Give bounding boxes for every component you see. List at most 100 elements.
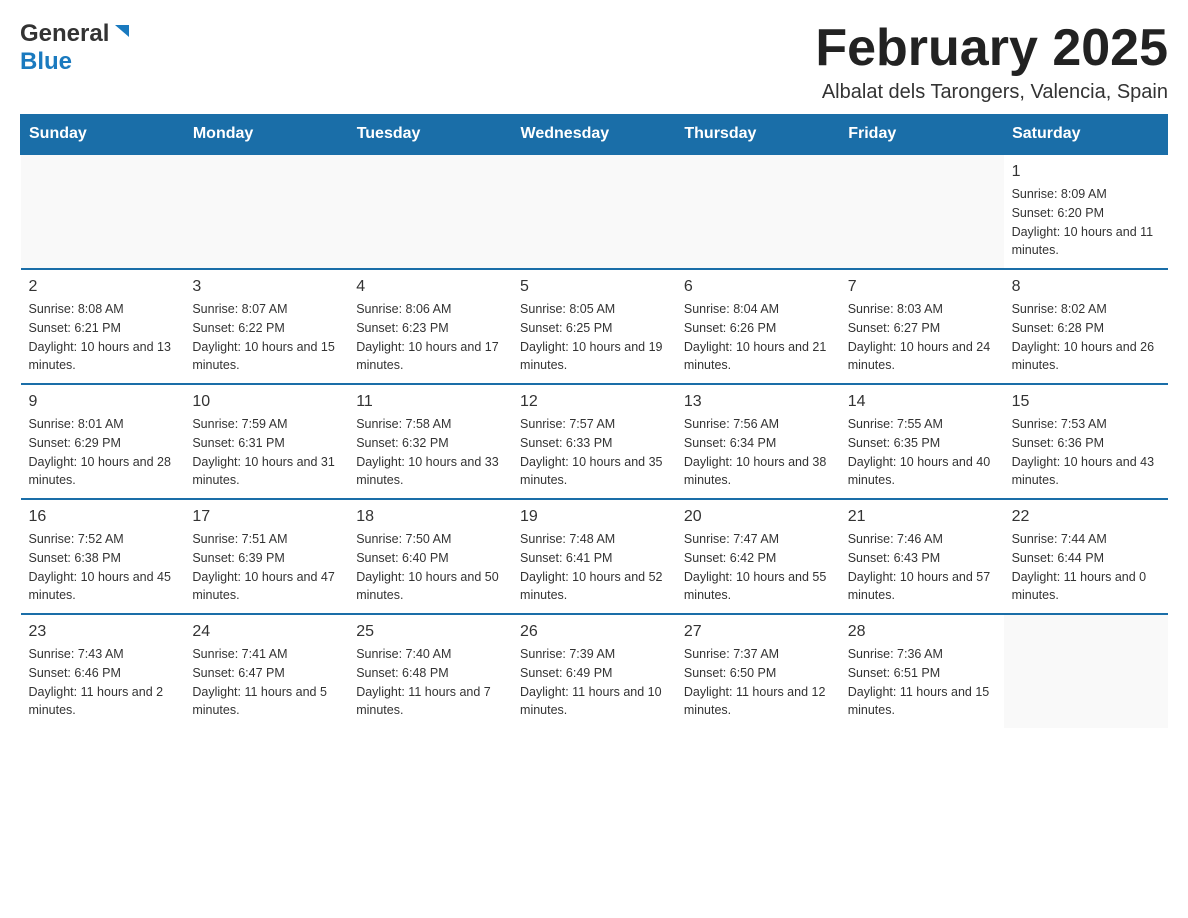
day-number: 15 <box>1012 393 1160 411</box>
day-info: Sunrise: 7:48 AM Sunset: 6:41 PM Dayligh… <box>520 530 668 605</box>
day-header-friday: Friday <box>840 115 1004 155</box>
day-info: Sunrise: 7:44 AM Sunset: 6:44 PM Dayligh… <box>1012 530 1160 605</box>
calendar-cell: 19 Sunrise: 7:48 AM Sunset: 6:41 PM Dayli… <box>512 499 676 614</box>
day-info: Sunrise: 8:05 AM Sunset: 6:25 PM Dayligh… <box>520 300 668 375</box>
page-title: February 2025 <box>815 20 1168 77</box>
calendar-cell: 9Sunrise: 8:01 AM Sunset: 6:29 PM Daylig… <box>21 384 185 499</box>
calendar-cell: 10Sunrise: 7:59 AM Sunset: 6:31 PM Dayli… <box>184 384 348 499</box>
day-info: Sunrise: 8:09 AM Sunset: 6:20 PM Dayligh… <box>1012 185 1160 260</box>
calendar-cell <box>348 154 512 269</box>
calendar-cell: 28 Sunrise: 7:36 AM Sunset: 6:51 PM Dayli… <box>840 614 1004 728</box>
day-number: 2 <box>29 278 177 296</box>
calendar-week-row: 1 Sunrise: 8:09 AM Sunset: 6:20 PM Daylig… <box>21 154 1168 269</box>
day-number: 7 <box>848 278 996 296</box>
day-info: Sunrise: 8:06 AM Sunset: 6:23 PM Dayligh… <box>356 300 504 375</box>
calendar-cell: 13 Sunrise: 7:56 AM Sunset: 6:34 PM Dayli… <box>676 384 840 499</box>
calendar-week-row: 23 Sunrise: 7:43 AM Sunset: 6:46 PM Dayli… <box>21 614 1168 728</box>
day-header-tuesday: Tuesday <box>348 115 512 155</box>
calendar-week-row: 2 Sunrise: 8:08 AM Sunset: 6:21 PM Daylig… <box>21 269 1168 384</box>
day-info: Sunrise: 8:02 AM Sunset: 6:28 PM Dayligh… <box>1012 300 1160 375</box>
calendar-cell: 11 Sunrise: 7:58 AM Sunset: 6:32 PM Dayli… <box>348 384 512 499</box>
day-number: 3 <box>192 278 340 296</box>
calendar-cell: 16 Sunrise: 7:52 AM Sunset: 6:38 PM Dayli… <box>21 499 185 614</box>
day-number: 13 <box>684 393 832 411</box>
calendar-cell: 21Sunrise: 7:46 AM Sunset: 6:43 PM Dayli… <box>840 499 1004 614</box>
calendar-cell <box>840 154 1004 269</box>
calendar-cell <box>21 154 185 269</box>
day-header-sunday: Sunday <box>21 115 185 155</box>
day-info: Sunrise: 7:39 AM Sunset: 6:49 PM Dayligh… <box>520 645 668 720</box>
day-info: Sunrise: 7:58 AM Sunset: 6:32 PM Dayligh… <box>356 415 504 490</box>
day-info: Sunrise: 7:57 AM Sunset: 6:33 PM Dayligh… <box>520 415 668 490</box>
day-info: Sunrise: 7:40 AM Sunset: 6:48 PM Dayligh… <box>356 645 504 720</box>
day-number: 1 <box>1012 163 1160 181</box>
logo-general: General <box>20 20 109 48</box>
day-number: 4 <box>356 278 504 296</box>
day-number: 11 <box>356 393 504 411</box>
calendar-cell <box>676 154 840 269</box>
day-number: 27 <box>684 623 832 641</box>
day-header-monday: Monday <box>184 115 348 155</box>
calendar-cell: 25 Sunrise: 7:40 AM Sunset: 6:48 PM Dayli… <box>348 614 512 728</box>
days-of-week-row: SundayMondayTuesdayWednesdayThursdayFrid… <box>21 115 1168 155</box>
calendar-body: 1 Sunrise: 8:09 AM Sunset: 6:20 PM Daylig… <box>21 154 1168 728</box>
calendar-cell: 1 Sunrise: 8:09 AM Sunset: 6:20 PM Daylig… <box>1004 154 1168 269</box>
day-number: 14 <box>848 393 996 411</box>
day-info: Sunrise: 8:08 AM Sunset: 6:21 PM Dayligh… <box>29 300 177 375</box>
day-info: Sunrise: 7:43 AM Sunset: 6:46 PM Dayligh… <box>29 645 177 720</box>
calendar-cell <box>1004 614 1168 728</box>
title-block: February 2025 Albalat dels Tarongers, Va… <box>815 20 1168 104</box>
calendar-cell <box>184 154 348 269</box>
calendar-cell: 23 Sunrise: 7:43 AM Sunset: 6:46 PM Dayli… <box>21 614 185 728</box>
day-number: 23 <box>29 623 177 641</box>
day-info: Sunrise: 7:56 AM Sunset: 6:34 PM Dayligh… <box>684 415 832 490</box>
logo-blue: Blue <box>20 48 72 76</box>
calendar-cell: 27 Sunrise: 7:37 AM Sunset: 6:50 PM Dayli… <box>676 614 840 728</box>
day-info: Sunrise: 7:51 AM Sunset: 6:39 PM Dayligh… <box>192 530 340 605</box>
calendar-cell: 20Sunrise: 7:47 AM Sunset: 6:42 PM Dayli… <box>676 499 840 614</box>
day-number: 12 <box>520 393 668 411</box>
day-number: 16 <box>29 508 177 526</box>
day-header-thursday: Thursday <box>676 115 840 155</box>
day-info: Sunrise: 7:55 AM Sunset: 6:35 PM Dayligh… <box>848 415 996 490</box>
calendar-cell: 3 Sunrise: 8:07 AM Sunset: 6:22 PM Daylig… <box>184 269 348 384</box>
day-info: Sunrise: 7:59 AM Sunset: 6:31 PM Dayligh… <box>192 415 340 490</box>
calendar-cell: 14 Sunrise: 7:55 AM Sunset: 6:35 PM Dayli… <box>840 384 1004 499</box>
day-number: 26 <box>520 623 668 641</box>
day-info: Sunrise: 8:04 AM Sunset: 6:26 PM Dayligh… <box>684 300 832 375</box>
logo-triangle-icon <box>111 23 129 46</box>
day-info: Sunrise: 7:50 AM Sunset: 6:40 PM Dayligh… <box>356 530 504 605</box>
day-number: 19 <box>520 508 668 526</box>
calendar-cell: 12 Sunrise: 7:57 AM Sunset: 6:33 PM Dayli… <box>512 384 676 499</box>
day-info: Sunrise: 7:41 AM Sunset: 6:47 PM Dayligh… <box>192 645 340 720</box>
day-number: 21 <box>848 508 996 526</box>
calendar-week-row: 16 Sunrise: 7:52 AM Sunset: 6:38 PM Dayli… <box>21 499 1168 614</box>
calendar-cell: 8Sunrise: 8:02 AM Sunset: 6:28 PM Daylig… <box>1004 269 1168 384</box>
calendar-cell: 18 Sunrise: 7:50 AM Sunset: 6:40 PM Dayli… <box>348 499 512 614</box>
calendar-week-row: 9Sunrise: 8:01 AM Sunset: 6:29 PM Daylig… <box>21 384 1168 499</box>
day-number: 18 <box>356 508 504 526</box>
day-info: Sunrise: 7:53 AM Sunset: 6:36 PM Dayligh… <box>1012 415 1160 490</box>
day-number: 9 <box>29 393 177 411</box>
header: General Blue February 2025 Albalat dels … <box>20 20 1168 104</box>
day-info: Sunrise: 7:52 AM Sunset: 6:38 PM Dayligh… <box>29 530 177 605</box>
calendar-header: SundayMondayTuesdayWednesdayThursdayFrid… <box>21 115 1168 155</box>
calendar-cell: 24 Sunrise: 7:41 AM Sunset: 6:47 PM Dayli… <box>184 614 348 728</box>
calendar-cell <box>512 154 676 269</box>
calendar-table: SundayMondayTuesdayWednesdayThursdayFrid… <box>20 114 1168 728</box>
calendar-cell: 22 Sunrise: 7:44 AM Sunset: 6:44 PM Dayli… <box>1004 499 1168 614</box>
day-number: 28 <box>848 623 996 641</box>
day-number: 25 <box>356 623 504 641</box>
day-info: Sunrise: 7:36 AM Sunset: 6:51 PM Dayligh… <box>848 645 996 720</box>
calendar-cell: 15 Sunrise: 7:53 AM Sunset: 6:36 PM Dayli… <box>1004 384 1168 499</box>
day-header-saturday: Saturday <box>1004 115 1168 155</box>
day-number: 24 <box>192 623 340 641</box>
day-info: Sunrise: 7:37 AM Sunset: 6:50 PM Dayligh… <box>684 645 832 720</box>
logo: General Blue <box>20 20 129 76</box>
day-info: Sunrise: 8:07 AM Sunset: 6:22 PM Dayligh… <box>192 300 340 375</box>
page-subtitle: Albalat dels Tarongers, Valencia, Spain <box>815 81 1168 104</box>
day-number: 22 <box>1012 508 1160 526</box>
calendar-cell: 2 Sunrise: 8:08 AM Sunset: 6:21 PM Daylig… <box>21 269 185 384</box>
calendar-cell: 5Sunrise: 8:05 AM Sunset: 6:25 PM Daylig… <box>512 269 676 384</box>
day-header-wednesday: Wednesday <box>512 115 676 155</box>
